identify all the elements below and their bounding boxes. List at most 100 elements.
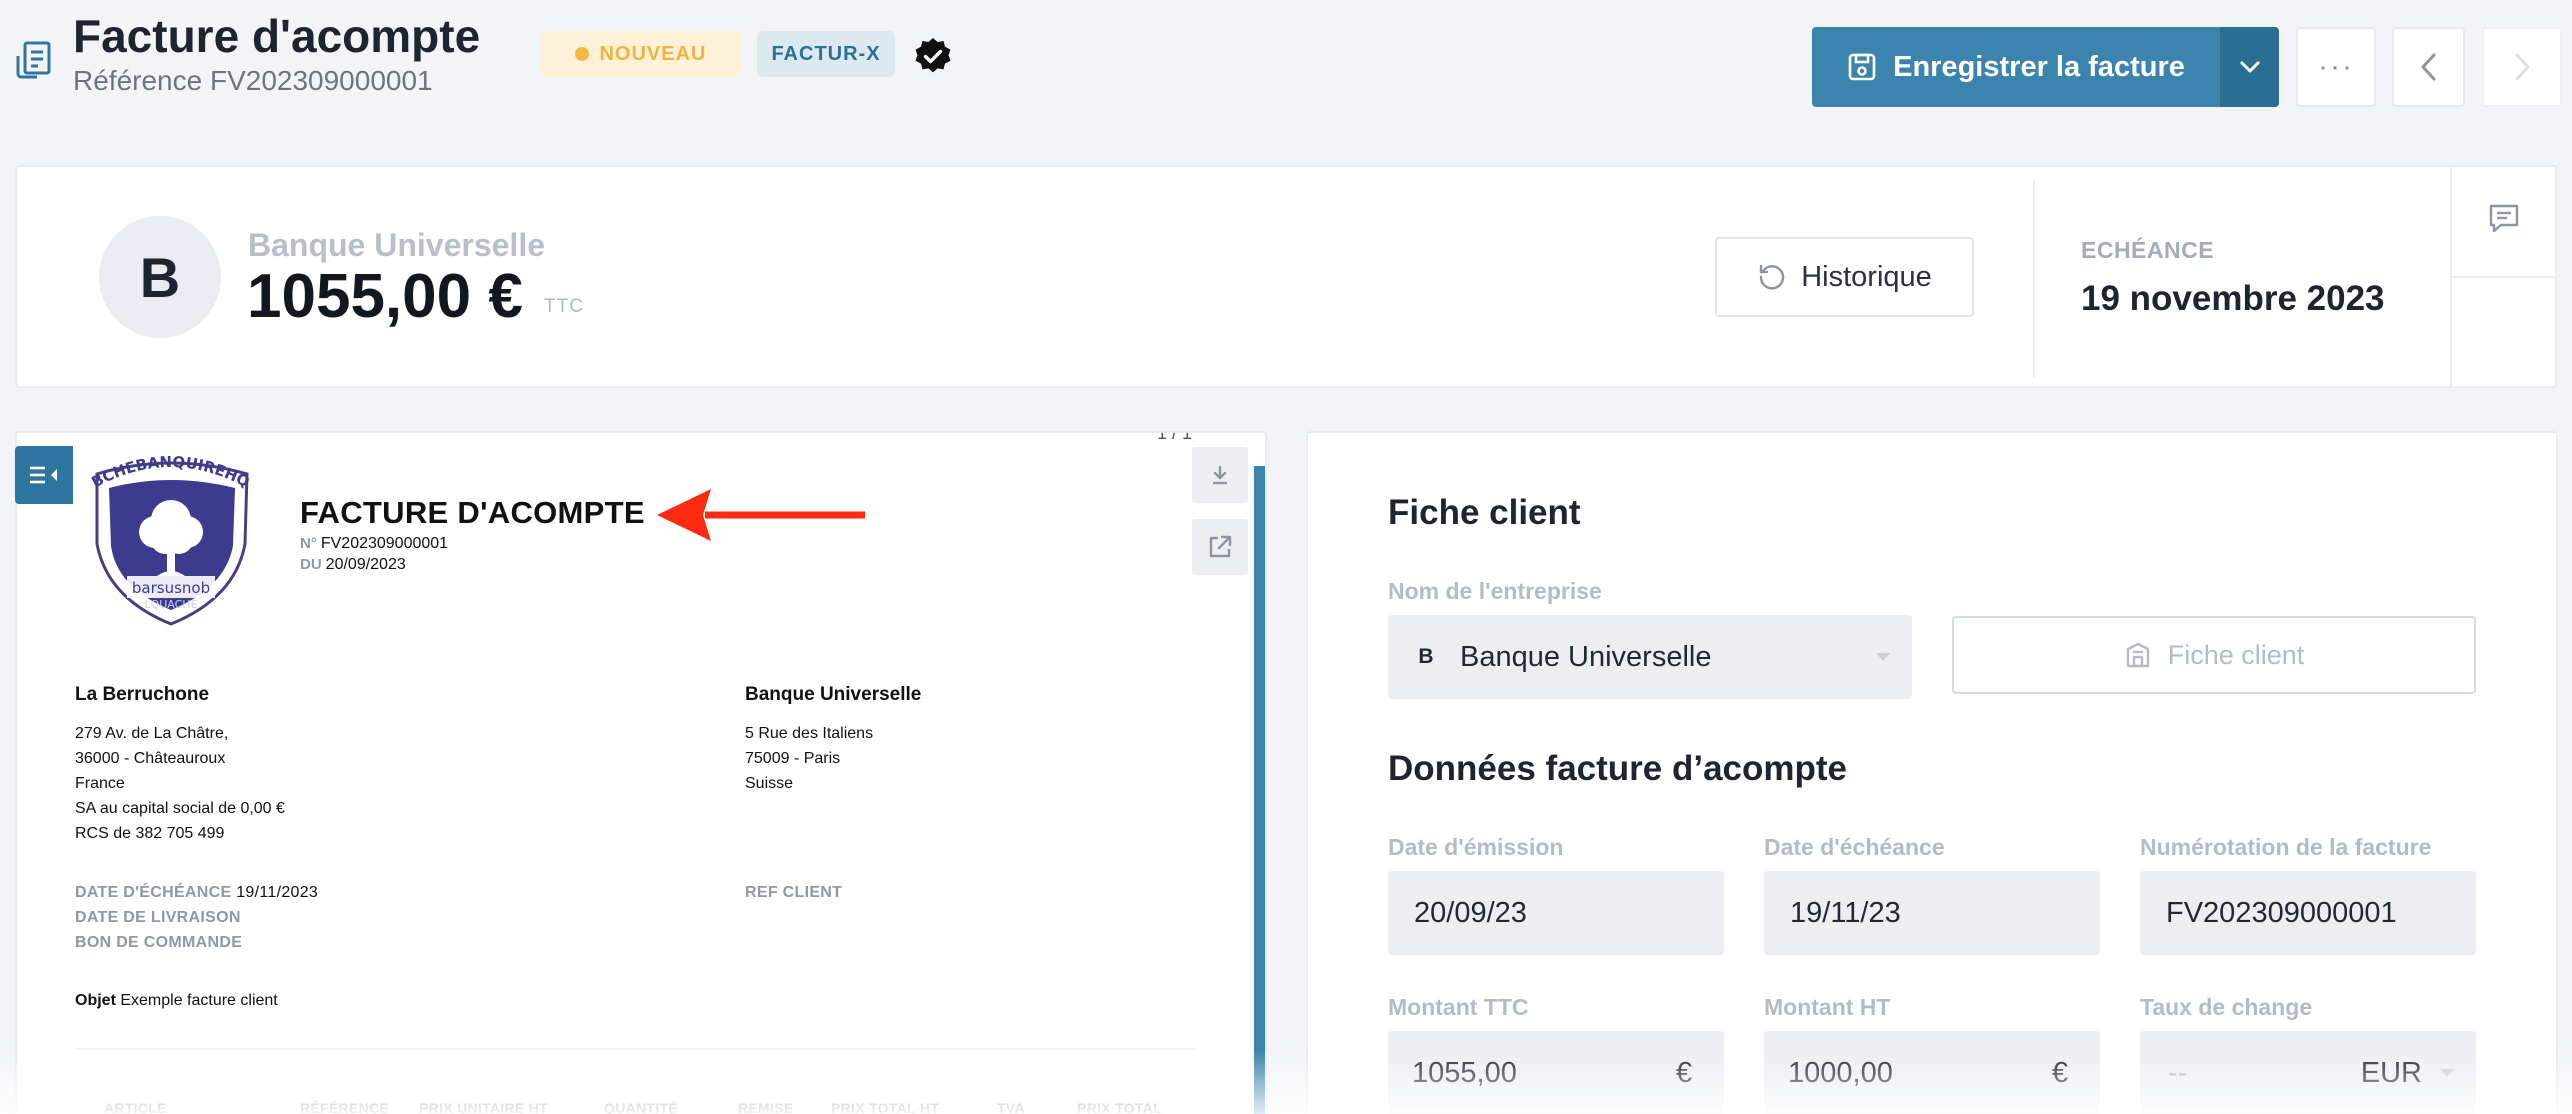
next-invoice-button[interactable] [2482, 27, 2562, 107]
due-date-field[interactable]: 19/11/23 [1764, 871, 2100, 955]
numbering-field[interactable]: FV202309000001 [2140, 871, 2476, 955]
doc-object: Objet Exemple facture client [75, 988, 278, 1013]
exchange-rate-label: Taux de change [2140, 994, 2313, 1020]
table-header-discount: REMISE [738, 1100, 794, 1114]
building-icon [2126, 642, 2149, 668]
recipient-line: 5 Rue des Italiens [745, 725, 874, 742]
doc-due-value: 19/11/2023 [236, 884, 319, 901]
page-indicator: 1 / 1 [1157, 431, 1193, 443]
preview-scrollbar[interactable] [1254, 466, 1265, 1114]
sender-line: France [75, 775, 125, 792]
amount-ttc-field[interactable]: 1055,00 € [1388, 1031, 1724, 1114]
exchange-rate-value: -- [2168, 1056, 2188, 1089]
table-header-vat: TVA [997, 1100, 1025, 1114]
verified-icon [913, 36, 953, 76]
invoice-section-title: Données facture d’acompte [1388, 749, 1847, 788]
annotation-arrow-icon [657, 489, 865, 541]
due-date: 19 novembre 2023 [2081, 279, 2385, 318]
summary-divider [2033, 179, 2035, 378]
exchange-rate-field[interactable]: -- EUR [2140, 1031, 2476, 1114]
external-link-icon [1209, 535, 1232, 558]
company-select[interactable]: B Banque Universelle [1388, 615, 1912, 699]
more-icon: ··· [2318, 50, 2354, 83]
summary-amount: 1055,00 € [247, 262, 523, 331]
document-number: N° FV202309000001 [300, 535, 448, 553]
download-button[interactable] [1192, 447, 1248, 503]
emission-date-field[interactable]: 20/09/23 [1388, 871, 1724, 955]
numbering-label: Numérotation de la facture [2140, 834, 2432, 860]
save-icon [1848, 53, 1876, 81]
table-header-article: ARTICLE [104, 1100, 167, 1114]
summary-amount-suffix: TTC [544, 296, 584, 317]
sender-name: La Berruchone [75, 684, 210, 705]
invoice-icon [14, 40, 54, 80]
recipient-name: Banque Universelle [745, 684, 922, 705]
caret-down-icon [1876, 653, 1890, 661]
doc-due-date: DATE D'ÉCHÉANCE 19/11/2023 [75, 880, 318, 905]
table-header-total-ht: PRIX TOTAL HT [831, 1100, 940, 1114]
more-actions-button[interactable]: ··· [2296, 27, 2376, 107]
invoice-reference: Référence FV202309000001 [73, 65, 433, 96]
client-card-label: Fiche client [2167, 639, 2305, 670]
invoice-summary-card: B Banque Universelle 1055,00 € TTC Histo… [15, 165, 2557, 388]
emission-date-label: Date d'émission [1388, 834, 1564, 860]
client-section-title: Fiche client [1388, 493, 1581, 532]
currency-code: EUR [2360, 1056, 2422, 1089]
company-logo: BCHEBANQUIREHQUE barsusnob LQUACHE [69, 434, 265, 630]
recipient-line: Suisse [745, 775, 794, 792]
toggle-sidebar-button[interactable] [15, 446, 73, 504]
amount-ttc-currency: € [1675, 1056, 1692, 1089]
document-title: FACTURE D'ACOMPTE [300, 495, 645, 530]
doc-delivery-key: DATE DE LIVRAISON [75, 909, 241, 926]
save-invoice-label: Enregistrer la facture [1893, 50, 2185, 83]
emission-date-value: 20/09/23 [1414, 896, 1527, 929]
previous-invoice-button[interactable] [2392, 27, 2465, 107]
amount-ttc-label: Montant TTC [1388, 994, 1529, 1020]
save-invoice-button[interactable]: Enregistrer la facture [1812, 27, 2220, 107]
save-options-button[interactable] [2220, 27, 2279, 107]
due-date-label: Date d'échéance [1764, 834, 1945, 860]
recipient-line: 75009 - Paris [745, 750, 841, 767]
chevron-left-icon [2421, 53, 2435, 81]
status-dot-icon [575, 47, 590, 61]
comment-icon[interactable] [2488, 203, 2520, 238]
amount-ht-value: 1000,00 [1788, 1056, 1893, 1089]
open-external-button[interactable] [1192, 519, 1248, 575]
sender-line: 36000 - Châteauroux [75, 750, 226, 767]
sender-line: 279 Av. de La Châtre, [75, 725, 229, 742]
menu-collapse-icon [30, 466, 57, 484]
doc-object-value: Exemple facture client [120, 992, 278, 1009]
logo-bottom-text: barsusnob [132, 579, 210, 597]
side-divider [2452, 276, 2557, 278]
document-date: DU 20/09/2023 [300, 556, 406, 574]
format-badge: FACTUR-X [757, 31, 895, 77]
due-date-value: 19/11/23 [1790, 896, 1901, 929]
chevron-right-icon [2515, 53, 2530, 81]
client-card-button[interactable]: Fiche client [1952, 616, 2476, 694]
company-avatar: B [1418, 645, 1434, 668]
table-header-total: PRIX TOTAL [1077, 1100, 1162, 1114]
history-icon [1760, 264, 1785, 290]
document-number-value: FV202309000001 [320, 535, 449, 552]
sender-line: RCS de 382 705 499 [75, 825, 225, 842]
logo-tiny-text: LQUACHE [144, 598, 197, 611]
amount-ht-field[interactable]: 1000,00 € [1764, 1031, 2100, 1114]
history-button[interactable]: Historique [1715, 237, 1974, 317]
page-title: Facture d'acompte [73, 10, 481, 62]
chevron-down-icon [2240, 61, 2259, 73]
amount-ht-label: Montant HT [1764, 994, 1891, 1020]
company-label: Nom de l'entreprise [1388, 578, 1602, 604]
client-avatar: B [99, 216, 221, 338]
company-select-value: Banque Universelle [1460, 640, 1712, 673]
summary-side-actions [2450, 167, 2557, 386]
table-header-unit-price: PRIX UNITAIRE HT [419, 1100, 548, 1114]
numbering-value: FV202309000001 [2166, 896, 2397, 929]
document-date-key: DU [300, 556, 322, 573]
document-number-key: N° [300, 535, 317, 552]
table-header-quantity: QUANTITÉ [604, 1100, 678, 1114]
doc-divider [75, 1048, 1195, 1050]
doc-object-key: Objet [75, 992, 116, 1009]
doc-due-key: DATE D'ÉCHÉANCE [75, 884, 232, 901]
download-icon [1213, 465, 1227, 485]
status-badge: NOUVEAU [541, 31, 741, 77]
